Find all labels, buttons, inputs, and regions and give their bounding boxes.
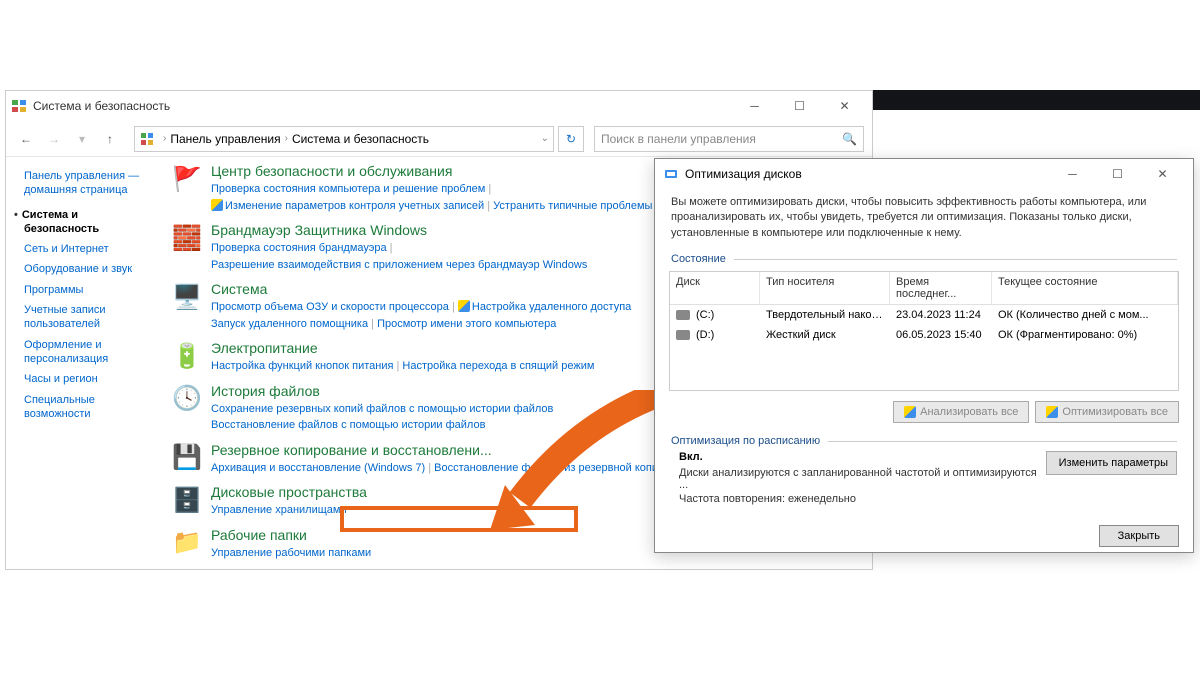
highlight-box <box>340 506 578 532</box>
storage-icon: 🗄️ <box>171 484 203 516</box>
search-input[interactable]: Поиск в панели управления 🔍 <box>594 126 864 152</box>
optimize-all-button[interactable]: Оптимизировать все <box>1035 401 1179 423</box>
th-media-type[interactable]: Тип носителя <box>760 272 890 304</box>
breadcrumb-item-1[interactable]: Панель управления <box>170 132 280 146</box>
sidebar-item-network[interactable]: Сеть и Интернет <box>24 242 153 256</box>
od-state-section: Состояние <box>655 253 1193 265</box>
back-button[interactable]: ← <box>14 127 38 151</box>
forward-button[interactable]: → <box>42 127 66 151</box>
firewall-icon: 🧱 <box>171 222 203 254</box>
cp-navigation-bar: ← → ▾ ↑ › Панель управления › Система и … <box>6 121 872 157</box>
drives-table: Диск Тип носителя Время последнег... Тек… <box>669 271 1179 391</box>
search-placeholder: Поиск в панели управления <box>601 132 756 146</box>
recent-dropdown[interactable]: ▾ <box>70 127 94 151</box>
od-description: Вы можете оптимизировать диски, чтобы по… <box>655 189 1193 253</box>
link-ram-cpu[interactable]: Просмотр объема ОЗУ и скорости процессор… <box>211 301 458 313</box>
od-window-title: Оптимизация дисков <box>685 167 1050 181</box>
minimize-button[interactable]: ─ <box>732 92 777 120</box>
od-minimize-button[interactable]: ─ <box>1050 160 1095 188</box>
od-titlebar: Оптимизация дисков ─ ☐ ✕ <box>655 159 1193 189</box>
schedule-frequency: Частота повторения: еженедельно <box>679 493 1046 505</box>
drive-icon <box>676 310 690 320</box>
drive-row-c[interactable]: (C:) Твердотельный накоп... 23.04.2023 1… <box>670 305 1178 325</box>
shield-icon <box>458 300 470 312</box>
breadcrumb[interactable]: › Панель управления › Система и безопасн… <box>134 126 554 152</box>
refresh-button[interactable]: ↻ <box>558 126 584 152</box>
link-firewall-status[interactable]: Проверка состояния брандмауэра <box>211 242 393 254</box>
link-remote-access[interactable]: Настройка удаленного доступа <box>472 301 631 313</box>
sidebar-home-link[interactable]: Панель управления — домашняя страница <box>24 169 153 198</box>
drive-row-d[interactable]: (D:) Жесткий диск 06.05.2023 15:40 ОК (Ф… <box>670 325 1178 345</box>
link-power-buttons[interactable]: Настройка функций кнопок питания <box>211 360 402 372</box>
folders-icon: 📁 <box>171 527 203 559</box>
up-button[interactable]: ↑ <box>98 127 122 151</box>
sidebar-item-appearance[interactable]: Оформление и персонализация <box>24 338 153 367</box>
search-icon: 🔍 <box>842 132 857 146</box>
link-restore-backup[interactable]: Восстановление файлов из резервной копии <box>434 462 664 474</box>
close-dialog-button[interactable]: Закрыть <box>1099 525 1179 547</box>
close-button[interactable]: ✕ <box>822 92 867 120</box>
link-computer-name[interactable]: Просмотр имени этого компьютера <box>377 318 556 330</box>
drive-icon <box>676 330 690 340</box>
od-schedule-section: Оптимизация по расписанию <box>655 435 1193 447</box>
th-current-status[interactable]: Текущее состояние <box>992 272 1178 304</box>
change-settings-button[interactable]: Изменить параметры <box>1046 451 1177 475</box>
sidebar-item-clock[interactable]: Часы и регион <box>24 372 153 386</box>
breadcrumb-dropdown-icon[interactable]: ⌄ <box>541 133 549 144</box>
optimize-drives-window: Оптимизация дисков ─ ☐ ✕ Вы можете оптим… <box>654 158 1194 553</box>
cp-title-icon <box>11 98 27 114</box>
link-remote-assist[interactable]: Запуск удаленного помощника <box>211 318 377 330</box>
history-icon: 🕓 <box>171 383 203 415</box>
link-check-computer[interactable]: Проверка состояния компьютера и решение … <box>211 183 491 195</box>
cp-sidebar: Панель управления — домашняя страница Си… <box>6 157 161 569</box>
link-uac-settings[interactable]: Изменение параметров контроля учетных за… <box>225 200 493 212</box>
sidebar-item-programs[interactable]: Программы <box>24 283 153 297</box>
cp-window-title: Система и безопасность <box>33 99 732 113</box>
od-title-icon <box>663 166 679 182</box>
analyze-all-button[interactable]: Анализировать все <box>893 401 1029 423</box>
od-maximize-button[interactable]: ☐ <box>1095 160 1140 188</box>
flag-icon: 🚩 <box>171 163 203 195</box>
maximize-button[interactable]: ☐ <box>777 92 822 120</box>
shield-icon <box>1046 406 1058 418</box>
breadcrumb-item-2[interactable]: Система и безопасность <box>292 132 429 146</box>
schedule-status: Вкл. <box>679 451 1046 463</box>
link-firewall-allow[interactable]: Разрешение взаимодействия с приложением … <box>211 259 587 271</box>
th-drive[interactable]: Диск <box>670 272 760 304</box>
backup-icon: 💾 <box>171 442 203 474</box>
link-manage-work-folders[interactable]: Управление рабочими папками <box>211 547 371 559</box>
power-icon: 🔋 <box>171 340 203 372</box>
shield-icon <box>211 199 223 211</box>
sidebar-item-hardware[interactable]: Оборудование и звук <box>24 262 153 276</box>
link-manage-storage[interactable]: Управление хранилищами <box>211 504 347 516</box>
od-close-button[interactable]: ✕ <box>1140 160 1185 188</box>
link-backup-history[interactable]: Сохранение резервных копий файлов с помо… <box>211 403 553 415</box>
cp-titlebar: Система и безопасность ─ ☐ ✕ <box>6 91 872 121</box>
sidebar-item-users[interactable]: Учетные записи пользователей <box>24 303 153 332</box>
system-icon: 🖥️ <box>171 281 203 313</box>
link-sleep-mode[interactable]: Настройка перехода в спящий режим <box>402 360 594 372</box>
sidebar-item-accessibility[interactable]: Специальные возможности <box>24 393 153 422</box>
link-backup-win7[interactable]: Архивация и восстановление (Windows 7) <box>211 462 434 474</box>
schedule-description: Диски анализируются с запланированной ча… <box>679 467 1046 491</box>
sidebar-item-system-security[interactable]: Система и безопасность <box>24 208 153 237</box>
th-last-run[interactable]: Время последнег... <box>890 272 992 304</box>
breadcrumb-icon <box>139 131 155 147</box>
shield-icon <box>904 406 916 418</box>
link-restore-history[interactable]: Восстановление файлов с помощью истории … <box>211 419 485 431</box>
